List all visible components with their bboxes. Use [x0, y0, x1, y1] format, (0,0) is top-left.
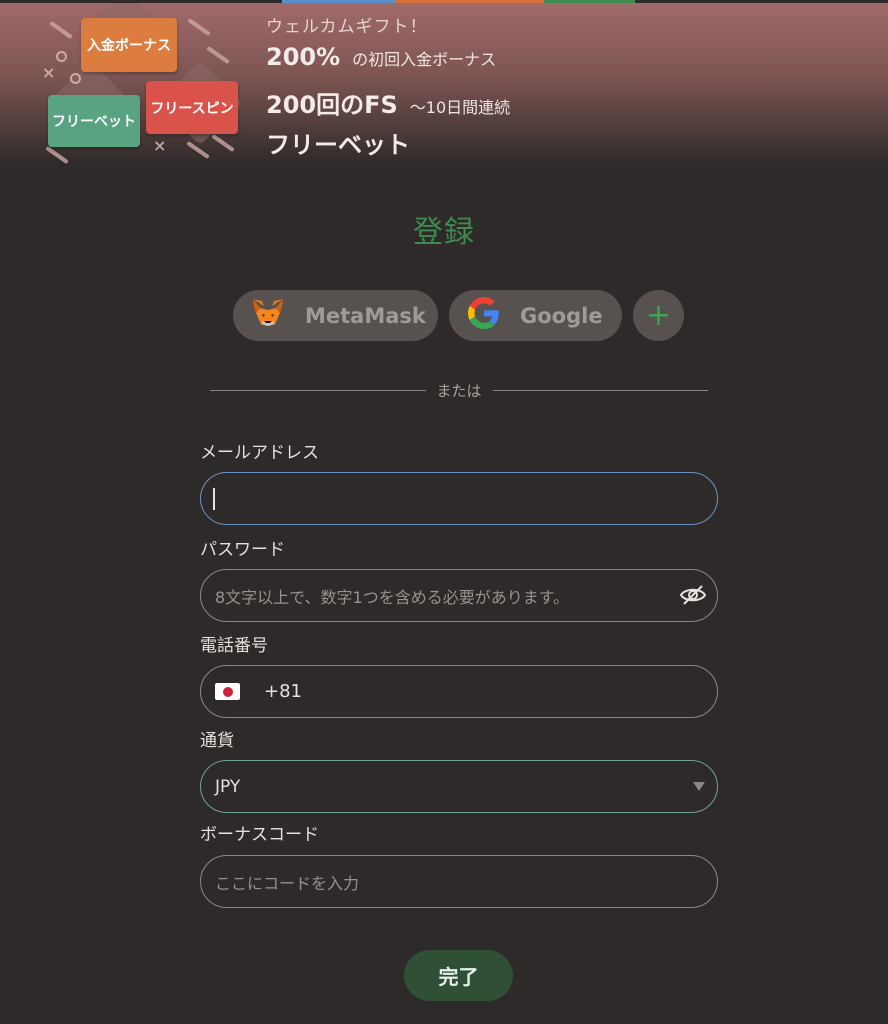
password-label: パスワード	[200, 540, 285, 560]
promo-highlight: 200%	[266, 43, 341, 71]
x-decoration: ×	[153, 136, 167, 155]
promo-highlight: フリーベット	[266, 131, 410, 159]
bonus-code-label: ボーナスコード	[200, 825, 319, 845]
currency-label: 通貨	[200, 731, 234, 751]
submit-button[interactable]: 完了	[404, 950, 513, 1001]
metamask-label: MetaMask	[305, 303, 426, 328]
phone-label: 電話番号	[200, 636, 268, 656]
phone-field[interactable]: +81	[200, 665, 718, 718]
more-login-options-button[interactable]: +	[633, 290, 684, 341]
circle-decoration	[70, 73, 81, 84]
currency-select[interactable]: JPY	[200, 760, 718, 813]
plus-icon: +	[645, 297, 672, 333]
promo-subtitle: ウェルカムギフト！	[266, 17, 428, 37]
google-login-button[interactable]: Google	[449, 290, 622, 341]
promo-line-freebet: フリーベット	[266, 125, 410, 160]
bonus-code-placeholder: ここにコードを入力	[215, 873, 360, 893]
text-caret	[213, 487, 215, 510]
password-placeholder: 8文字以上で、数字1つを含める必要があります。	[215, 587, 570, 607]
promo-detail: 〜10日間連続	[409, 98, 511, 117]
email-label: メールアドレス	[200, 443, 319, 463]
metamask-login-button[interactable]: MetaMask	[233, 290, 438, 341]
deposit-bonus-tag: 入金ボーナス	[81, 18, 177, 72]
dial-code: +81	[264, 681, 302, 702]
password-field[interactable]: 8文字以上で、数字1つを含める必要があります。	[200, 569, 718, 622]
page-title: 登録	[413, 215, 475, 250]
free-bet-tag: フリーベット	[48, 95, 140, 147]
promo-line-freespins: 200回のFS 〜10日間連続	[266, 85, 510, 120]
google-label: Google	[520, 303, 603, 328]
japan-flag-icon[interactable]	[215, 683, 240, 700]
or-divider-label: または	[436, 382, 482, 400]
circle-decoration	[56, 51, 67, 62]
or-divider: または	[210, 380, 709, 401]
promo-detail: の初回入金ボーナス	[352, 50, 497, 69]
metamask-fox-icon	[251, 297, 285, 334]
free-spin-tag: フリースピン	[146, 81, 238, 134]
social-login-group: MetaMask Google +	[233, 290, 684, 341]
promo-highlight: 200回のFS	[266, 91, 398, 119]
eye-off-icon[interactable]	[679, 583, 707, 612]
currency-value: JPY	[215, 776, 241, 797]
x-decoration: ×	[42, 63, 56, 82]
promo-line-deposit: 200% の初回入金ボーナス	[266, 43, 496, 71]
bonus-code-field[interactable]: ここにコードを入力	[200, 855, 718, 908]
welcome-banner: × × 入金ボーナス フリースピン フリーベット ウェルカムギフト！ 200% …	[0, 3, 888, 165]
email-field[interactable]	[200, 472, 718, 525]
dropdown-arrow-icon	[693, 782, 705, 791]
google-g-icon	[468, 297, 500, 334]
